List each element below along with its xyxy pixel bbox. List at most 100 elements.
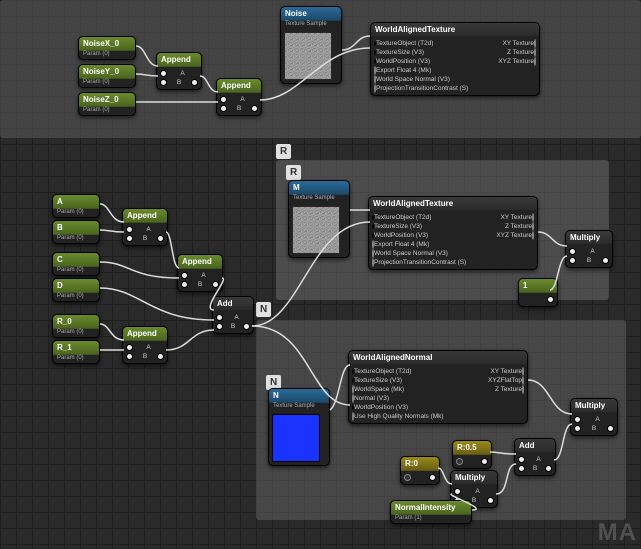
output-pin[interactable] [212,281,219,288]
node-title: Multiply [566,231,612,245]
input-pin[interactable] [126,353,133,360]
node-title: D [53,279,99,293]
param-r0[interactable]: R_0 Param (0) [52,314,100,338]
output-pin[interactable] [157,353,164,360]
input-pin[interactable] [220,96,227,103]
input-pin[interactable] [160,70,167,77]
node-title: WorldAlignedTexture [371,23,539,37]
input-pin[interactable] [518,465,525,472]
output-pin[interactable] [547,296,554,303]
node-title: Noise [281,7,341,21]
param-normal-intensity[interactable]: NormalIntensity Param (1) [390,500,472,524]
param-noise-x[interactable]: NoiseX_0 Param (0) [78,36,136,60]
input-pin[interactable] [518,456,525,463]
output-pin[interactable] [532,231,534,240]
input-pin[interactable] [126,226,133,233]
node-title: NoiseX_0 [79,37,135,51]
output-pin[interactable] [532,222,534,231]
input-pin[interactable] [404,474,411,481]
input-pin[interactable] [216,314,223,321]
output-pin[interactable] [157,235,164,242]
param-b[interactable]: B Param (0) [52,220,100,244]
texture-normal[interactable]: N Texture Sample [268,388,330,466]
node-sub: Param (0) [53,267,99,275]
const-y-node[interactable]: R:0.5 [452,440,492,469]
append-node-5[interactable]: Append A B [122,326,168,364]
output-pin[interactable] [522,367,524,376]
add-node-2[interactable]: Add A B [514,438,556,476]
param-d[interactable]: D Param (0) [52,278,100,302]
node-title: C [53,253,99,267]
output-pin[interactable] [532,213,534,222]
append-node-2[interactable]: Append A B [216,78,262,116]
node-title: WorldAlignedTexture [369,197,537,211]
multiply-node-1[interactable]: Multiply A B [565,230,613,268]
param-c[interactable]: C Param (0) [52,252,100,276]
append-node-4[interactable]: Append A B [177,254,223,292]
input-pin[interactable] [126,235,133,242]
add-node[interactable]: Add A B [212,296,254,334]
input-pin[interactable] [160,79,167,86]
output-pin[interactable] [191,79,198,86]
output-pin[interactable] [602,257,609,264]
node-sub: Param (0) [53,355,99,363]
append-node-1[interactable]: Append A B [156,52,202,90]
input-pin[interactable] [456,458,463,465]
input-pin[interactable] [126,344,133,351]
output-pin[interactable] [534,57,536,66]
input-pin[interactable] [181,272,188,279]
param-noise-z[interactable]: NoiseZ_0 Param (0) [78,92,136,116]
param-noise-y[interactable]: NoiseY_0 Param (0) [78,64,136,88]
node-title: R_1 [53,341,99,355]
node-sub: Param (0) [79,79,135,87]
node-sub: Texture Sample [281,21,341,29]
node-title: Add [213,297,253,311]
output-pin[interactable] [522,385,524,394]
output-pin[interactable] [487,497,494,504]
node-title: Append [123,327,167,341]
texture-mid[interactable]: M Texture Sample [288,180,350,258]
texture-noise[interactable]: Noise Texture Sample [280,6,342,84]
node-sub: Param (0) [53,209,99,217]
output-pin[interactable] [243,323,250,330]
function-world-aligned-texture-1[interactable]: WorldAlignedTexture TextureObject (T2d)X… [370,22,540,96]
node-title: B [53,221,99,235]
output-pin[interactable] [534,48,536,57]
texture-thumbnail [284,32,332,80]
function-world-aligned-normal[interactable]: WorldAlignedNormal TextureObject (T2d)XY… [348,350,528,424]
input-pin[interactable] [569,257,576,264]
node-title: NoiseZ_0 [79,93,135,107]
node-title: Append [217,79,261,93]
input-pin[interactable] [220,105,227,112]
input-pin[interactable] [454,488,461,495]
output-pin[interactable] [534,39,536,48]
output-pin[interactable] [481,458,488,465]
input-pin[interactable] [574,416,581,423]
node-title: WorldAlignedNormal [349,351,527,365]
output-pin[interactable] [251,105,258,112]
region-label-r-outer: R [276,144,291,159]
append-node-3[interactable]: Append A B [122,208,168,246]
input-pin[interactable] [574,425,581,432]
param-r1[interactable]: R_1 Param (0) [52,340,100,364]
multiply-node-2[interactable]: Multiply A B [570,398,618,436]
node-title: Append [178,255,222,269]
param-a[interactable]: A Param (0) [52,194,100,218]
node-sub: Texture Sample [289,195,349,203]
output-pin[interactable] [607,425,614,432]
function-world-aligned-texture-2[interactable]: WorldAlignedTexture TextureObject (T2d)X… [368,196,538,270]
input-pin[interactable] [569,248,576,255]
node-sub: Param (0) [53,293,99,301]
const-r-node[interactable]: R:0 [400,456,440,485]
node-title: Multiply [571,399,617,413]
node-title: NoiseY_0 [79,65,135,79]
input-pin[interactable] [181,281,188,288]
output-pin[interactable] [429,474,436,481]
constant-node[interactable]: 1 [518,278,558,307]
region-label-r-inner: R [286,165,301,180]
node-sub: Param (1) [391,515,471,523]
region-label-n-outer: N [256,302,271,317]
output-pin[interactable] [545,465,552,472]
output-pin[interactable] [522,376,524,385]
input-pin[interactable] [216,323,223,330]
